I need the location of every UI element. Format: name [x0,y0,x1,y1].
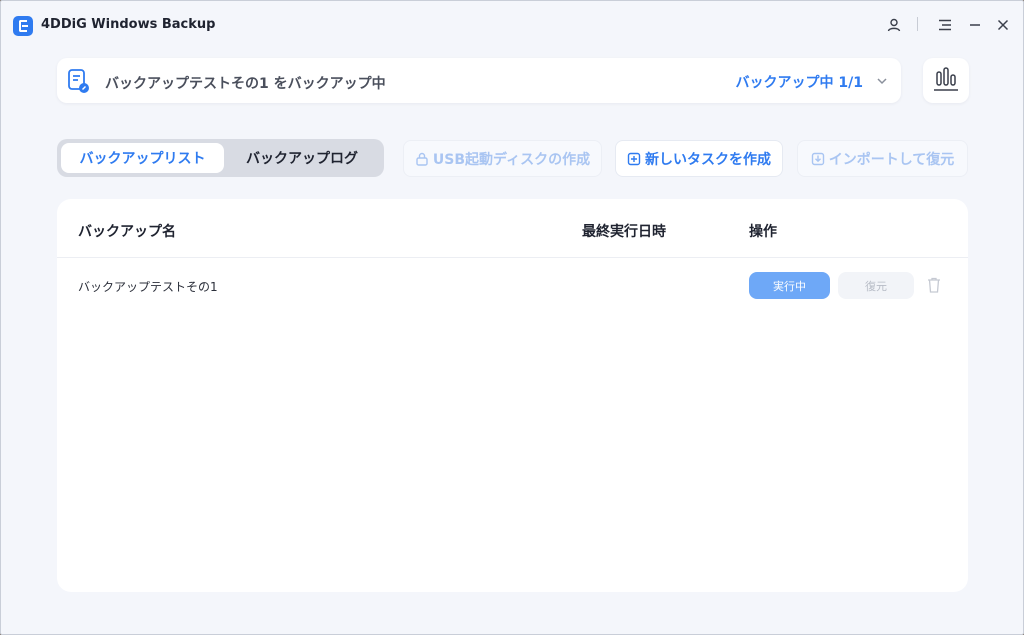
backup-table: バックアップ名 最終実行日時 操作 バックアップテストその1 実行中 復元 [57,199,968,592]
app-title: 4DDiG Windows Backup [41,17,216,32]
new-task-label: 新しいタスクを作成 [645,151,771,168]
trash-icon[interactable] [926,276,942,294]
chevron-down-icon[interactable] [875,74,889,88]
import-restore-label: インポートして復元 [828,151,955,168]
menu-icon[interactable] [934,14,956,36]
title-bar: 4DDiG Windows Backup [1,1,1023,49]
column-header-last-run: 最終実行日時 [582,224,666,240]
lock-icon [416,152,428,166]
tab-backup-list[interactable]: バックアップリスト [61,143,224,173]
restore-button[interactable]: 復元 [838,272,914,299]
tab-backup-log[interactable]: バックアップログ [224,143,380,173]
app-logo-icon [13,16,33,36]
statistics-button[interactable] [923,58,969,103]
minimize-icon[interactable] [964,14,986,36]
app-window: 4DDiG Windows Backup バックアップテストその1 をバックアッ… [0,0,1024,635]
table-divider [57,257,968,258]
titlebar-separator [917,17,918,31]
close-icon[interactable] [992,14,1014,36]
plus-square-icon [627,152,641,165]
status-text: バックアップテストその1 をバックアップ中 [105,76,386,92]
column-header-operations: 操作 [749,224,777,240]
running-button[interactable]: 実行中 [749,272,830,299]
status-progress: バックアップ中 1/1 [735,75,863,91]
user-icon[interactable] [883,14,905,36]
create-usb-boot-disk-label: USB起動ディスクの作成 [432,151,591,168]
bar-chart-icon [934,67,958,91]
import-restore-button[interactable]: インポートして復元 [797,140,968,177]
backup-document-icon [68,69,89,93]
backup-status-bar[interactable]: バックアップテストその1 をバックアップ中 バックアップ中 1/1 [57,58,901,103]
download-icon [811,152,824,165]
row-backup-name: バックアップテストその1 [78,280,218,294]
new-task-button[interactable]: 新しいタスクを作成 [615,140,783,177]
create-usb-boot-disk-button[interactable]: USB起動ディスクの作成 [403,140,602,177]
column-header-name: バックアップ名 [78,224,176,240]
tab-switcher: バックアップリスト バックアップログ [57,139,384,177]
